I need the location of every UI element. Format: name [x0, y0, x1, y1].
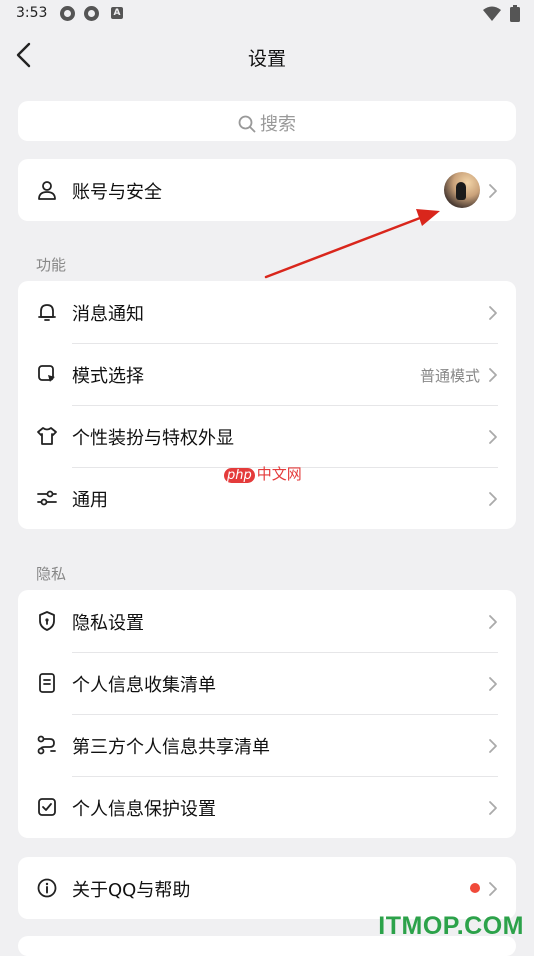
account-security-row[interactable]: 账号与安全	[18, 159, 516, 221]
status-time: 3:53	[16, 5, 48, 21]
about-help-row[interactable]: 关于QQ与帮助	[18, 857, 516, 919]
checkbox-icon	[38, 798, 56, 816]
mode-icon	[38, 365, 55, 382]
third-party-sharing-label: 第三方个人信息共享清单	[72, 737, 270, 758]
share-icon	[37, 735, 56, 755]
functions-card: 消息通知 模式选择 普通模式 个性装扮与特权外显 通用	[18, 281, 516, 529]
privacy-settings-label: 隐私设置	[72, 613, 144, 634]
chevron-right-icon	[489, 184, 497, 198]
document-icon	[39, 673, 55, 693]
status-right	[482, 5, 520, 24]
chevron-right-icon	[489, 492, 497, 506]
third-party-sharing-row[interactable]: 第三方个人信息共享清单	[18, 714, 516, 776]
itmop-watermark: ITMOP.COM	[378, 912, 524, 940]
chevron-right-icon	[489, 306, 497, 320]
shirt-icon	[37, 427, 57, 445]
page-title: 设置	[247, 48, 286, 70]
section-title-privacy: 隐私	[36, 565, 67, 583]
user-icon	[38, 181, 56, 200]
info-collection-row[interactable]: 个人信息收集清单	[18, 652, 516, 714]
info-protection-row[interactable]: 个人信息保护设置	[18, 776, 516, 838]
account-security-label: 账号与安全	[72, 182, 162, 203]
wifi-icon	[482, 6, 501, 21]
sliders-icon	[37, 490, 57, 506]
chevron-right-icon	[489, 368, 497, 382]
personalization-label: 个性装扮与特权外显	[72, 428, 234, 449]
about-card: 关于QQ与帮助	[18, 857, 516, 919]
bell-icon	[38, 304, 56, 321]
message-notification-row[interactable]: 消息通知	[18, 281, 516, 343]
status-bar: 3:53 A	[0, 0, 534, 28]
chevron-right-icon	[489, 801, 497, 815]
shield-icon	[39, 611, 55, 631]
privacy-card: 隐私设置 个人信息收集清单 第三方个人信息共享清单 个人信息保护设置	[18, 590, 516, 838]
search-icon	[238, 115, 256, 133]
info-protection-label: 个人信息保护设置	[72, 799, 216, 820]
mode-select-label: 模式选择	[72, 366, 144, 387]
chevron-right-icon	[489, 615, 497, 629]
message-notification-label: 消息通知	[72, 304, 144, 325]
personalization-row[interactable]: 个性装扮与特权外显	[18, 405, 516, 467]
about-help-label: 关于QQ与帮助	[72, 880, 191, 901]
info-collection-label: 个人信息收集清单	[72, 675, 216, 696]
mode-select-value: 普通模式	[419, 367, 480, 385]
nav-bar: 设置	[0, 30, 534, 82]
notification-icon	[84, 6, 99, 21]
search-placeholder: 搜索	[260, 114, 296, 135]
app-badge-icon: A	[111, 7, 123, 19]
notification-icon	[60, 6, 75, 21]
notification-dot	[470, 883, 480, 893]
info-icon	[37, 878, 57, 898]
section-title-functions: 功能	[36, 256, 67, 274]
avatar[interactable]	[444, 172, 480, 208]
general-label: 通用	[72, 490, 108, 511]
account-card: 账号与安全	[18, 159, 516, 221]
chevron-right-icon	[489, 882, 497, 896]
chevron-right-icon	[489, 430, 497, 444]
privacy-settings-row[interactable]: 隐私设置	[18, 590, 516, 652]
mode-select-row[interactable]: 模式选择 普通模式	[18, 343, 516, 405]
chevron-right-icon	[489, 677, 497, 691]
chevron-right-icon	[489, 739, 497, 753]
battery-icon	[510, 5, 520, 22]
php-watermark: php 中文网	[224, 463, 302, 484]
search-bar[interactable]: 搜索	[18, 101, 516, 141]
